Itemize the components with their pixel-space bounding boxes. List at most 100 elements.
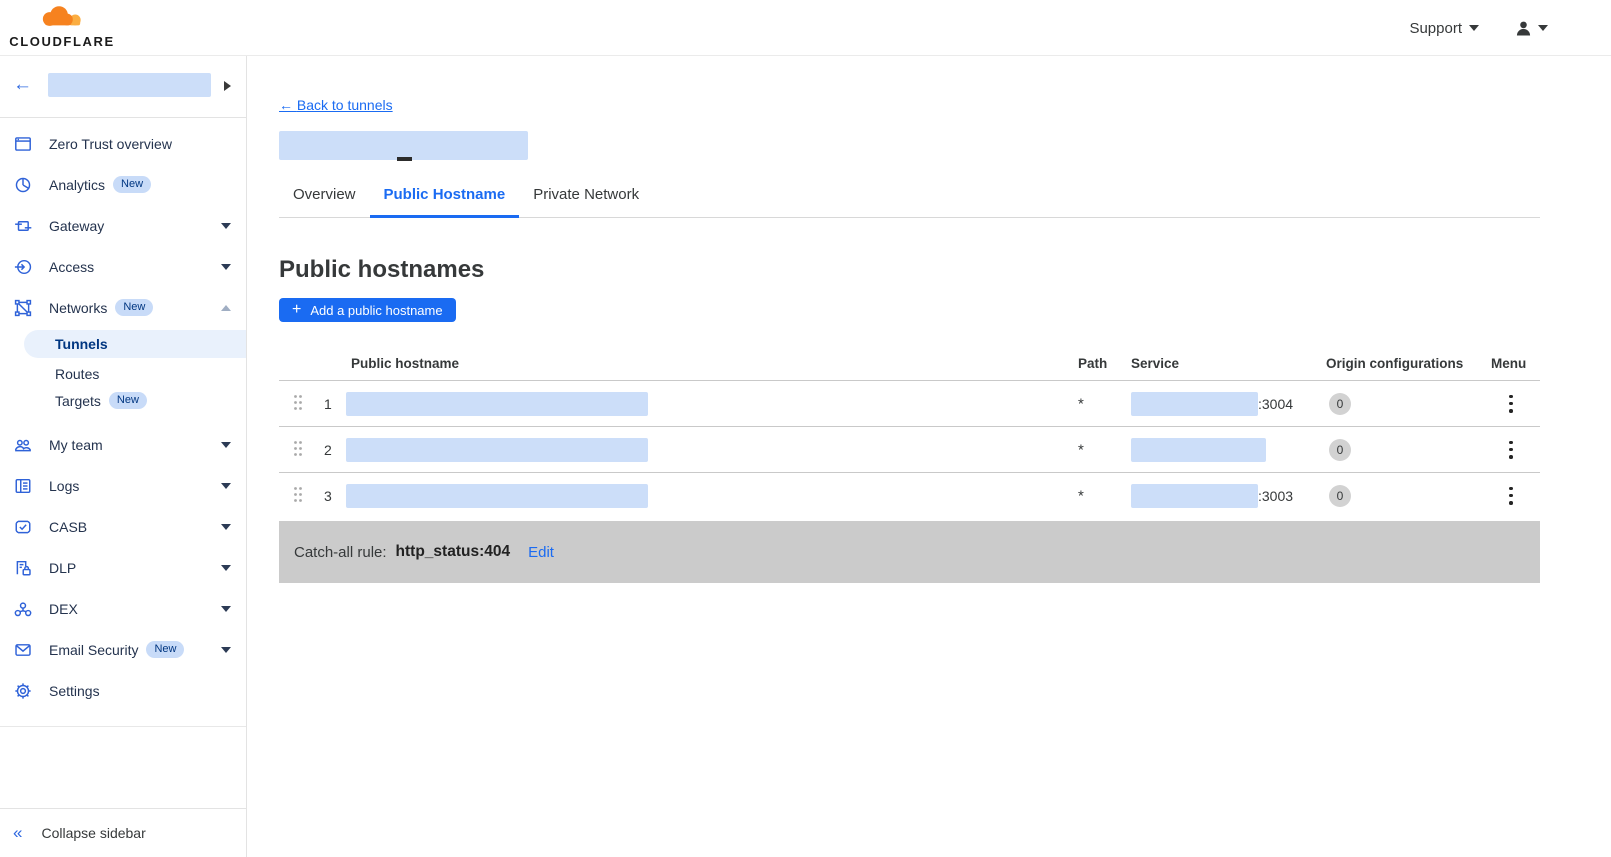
- cloudflare-logo: CLOUDFLARE: [8, 3, 116, 49]
- drag-handle-icon[interactable]: [293, 485, 303, 506]
- new-badge: New: [113, 176, 152, 193]
- col-header-path: Path: [1078, 356, 1108, 371]
- chevron-up-icon: [221, 304, 231, 311]
- hostname-redacted: [346, 391, 648, 416]
- sidebar-item-tunnels[interactable]: Tunnels: [24, 330, 246, 358]
- new-badge: New: [146, 641, 185, 658]
- sidebar-item-access[interactable]: Access: [0, 246, 246, 287]
- drag-handle-icon[interactable]: [293, 393, 303, 414]
- sidebar-item-logs[interactable]: Logs: [0, 465, 246, 506]
- sidebar-item-zero-trust-overview[interactable]: Zero Trust overview: [0, 123, 246, 164]
- drag-handle-icon[interactable]: [293, 439, 303, 460]
- plus-icon: +: [292, 300, 302, 318]
- catch-all-edit-link[interactable]: Edit: [528, 544, 554, 561]
- gateway-icon: [14, 217, 32, 235]
- sidebar-item-label: DLP: [49, 559, 77, 576]
- row-number: 1: [324, 395, 332, 412]
- team-icon: [14, 436, 32, 454]
- chevron-down-icon: [221, 605, 231, 612]
- sidebar-item-routes[interactable]: Routes: [0, 360, 246, 387]
- user-icon: [1516, 21, 1531, 36]
- tab-private-network[interactable]: Private Network: [519, 186, 653, 218]
- sidebar-item-label: Routes: [55, 365, 100, 382]
- sidebar-item-email-security[interactable]: Email Security New: [0, 629, 246, 670]
- table-row: 2 * 0: [279, 426, 1540, 472]
- service-redacted: [1131, 483, 1258, 508]
- chevron-down-icon: [221, 523, 231, 530]
- dlp-icon: [14, 559, 32, 577]
- sidebar-item-gateway[interactable]: Gateway: [0, 205, 246, 246]
- access-icon: [14, 258, 32, 276]
- sidebar-item-label: Targets: [55, 392, 101, 409]
- tab-bar: Overview Public Hostname Private Network: [279, 186, 1540, 218]
- sidebar-item-casb[interactable]: CASB: [0, 506, 246, 547]
- sidebar-item-label: Tunnels: [55, 336, 108, 352]
- col-header-origin-configurations: Origin configurations: [1326, 356, 1464, 371]
- sidebar-item-label: Access: [49, 258, 95, 275]
- sidebar-item-label: Analytics: [49, 176, 106, 193]
- row-menu-kebab-icon[interactable]: [1503, 486, 1519, 505]
- tab-overview[interactable]: Overview: [279, 186, 370, 218]
- row-menu-kebab-icon[interactable]: [1503, 394, 1519, 413]
- chevron-down-icon: [1538, 25, 1548, 31]
- sidebar-item-label: Networks: [49, 299, 108, 316]
- sidebar-item-my-team[interactable]: My team: [0, 424, 246, 465]
- path-value: *: [1078, 395, 1084, 412]
- origin-count-badge: 0: [1329, 484, 1351, 507]
- logs-icon: [14, 477, 32, 495]
- chevron-down-icon: [221, 646, 231, 653]
- sidebar-item-analytics[interactable]: Analytics New: [0, 164, 246, 205]
- service-redacted: [1131, 391, 1258, 416]
- networks-subgroup: Tunnels Routes Targets New: [0, 330, 246, 414]
- col-header-menu: Menu: [1491, 356, 1527, 371]
- table-row: 1 * :3004 0: [279, 380, 1540, 426]
- hostname-redacted: [346, 437, 648, 462]
- double-chevron-left-icon: «: [13, 823, 23, 842]
- sidebar-item-label: My team: [49, 436, 103, 453]
- add-button-label: Add a public hostname: [310, 302, 443, 318]
- user-menu[interactable]: [1515, 20, 1548, 37]
- hostnames-table: Public hostname Path Service Origin conf…: [279, 349, 1540, 518]
- networks-mesh-icon: [14, 299, 32, 317]
- sidebar-item-settings[interactable]: Settings: [0, 670, 246, 711]
- row-menu-kebab-icon[interactable]: [1503, 440, 1519, 459]
- sidebar-item-dex[interactable]: DEX: [0, 588, 246, 629]
- casb-icon: [14, 518, 32, 536]
- tab-public-hostname[interactable]: Public Hostname: [369, 186, 520, 218]
- row-number: 2: [324, 441, 332, 458]
- email-security-icon: [14, 641, 32, 659]
- path-value: *: [1078, 441, 1084, 458]
- sidebar-item-label: Gateway: [49, 217, 105, 234]
- service-port: :3004: [1258, 395, 1294, 412]
- sidebar-item-label: Email Security: [49, 641, 139, 658]
- account-name-redacted[interactable]: [48, 73, 211, 97]
- add-public-hostname-button[interactable]: + Add a public hostname: [279, 298, 456, 322]
- overview-window-icon: [14, 135, 32, 153]
- expand-account-icon[interactable]: [224, 81, 231, 91]
- sidebar-item-label: DEX: [49, 600, 78, 617]
- support-menu[interactable]: Support: [1409, 20, 1479, 37]
- cloudflare-cloud-icon: [42, 6, 81, 26]
- sidebar-item-dlp[interactable]: DLP: [0, 547, 246, 588]
- sidebar-item-networks[interactable]: Networks New: [0, 287, 246, 328]
- sidebar-item-label: Logs: [49, 477, 80, 494]
- sidebar-item-label: CASB: [49, 518, 88, 535]
- support-label: Support: [1409, 19, 1462, 37]
- collapse-sidebar-button[interactable]: « Collapse sidebar: [0, 808, 246, 857]
- cloudflare-logo-text: CLOUDFLARE: [9, 34, 115, 49]
- catch-all-rule-bar: Catch-all rule: http_status:404 Edit: [279, 521, 1540, 583]
- dex-icon: [14, 600, 32, 618]
- service-redacted: [1131, 437, 1266, 462]
- sidebar-item-targets[interactable]: Targets New: [0, 387, 246, 414]
- service-port: :3003: [1258, 487, 1294, 504]
- chevron-down-icon: [1469, 25, 1479, 31]
- origin-count-badge: 0: [1329, 438, 1351, 461]
- back-link-label: Back to tunnels: [296, 97, 393, 113]
- top-bar: CLOUDFLARE Support: [0, 0, 1611, 56]
- page-title: Public hostnames: [279, 256, 485, 283]
- back-to-tunnels-link[interactable]: ← Back to tunnels: [279, 97, 393, 113]
- analytics-pie-icon: [14, 176, 32, 194]
- sidebar-nav: Zero Trust overview Analytics New Gatewa…: [0, 118, 246, 727]
- back-arrow-icon[interactable]: ←: [13, 75, 32, 94]
- hostname-redacted: [346, 483, 648, 508]
